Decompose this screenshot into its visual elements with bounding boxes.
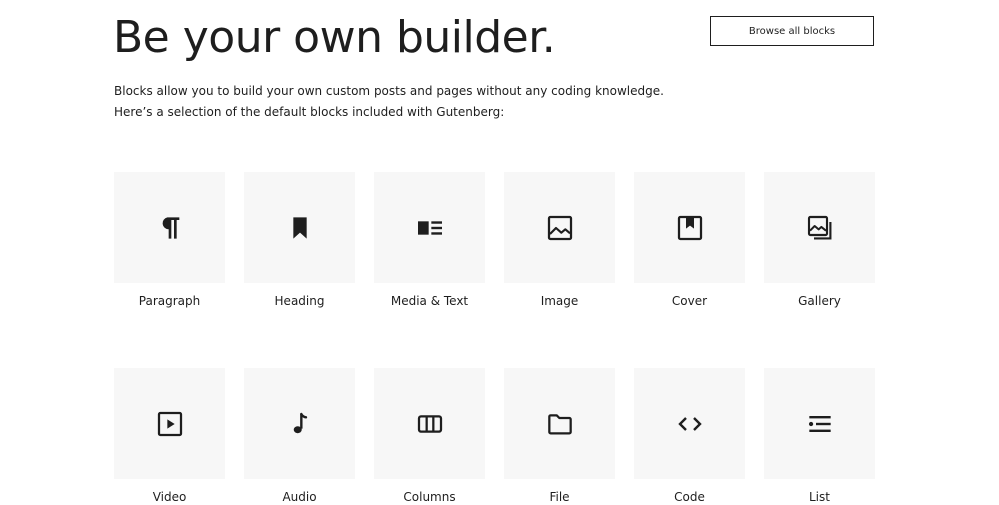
list-icon [808,415,831,432]
columns-icon [417,414,442,433]
intro-line-2: Here’s a selection of the default blocks… [114,105,505,119]
block-card-paragraph[interactable]: Paragraph [114,172,225,309]
intro-text: Blocks allow you to build your own custo… [114,81,674,123]
block-card-media-text[interactable]: Media & Text [374,172,485,309]
block-tile-video[interactable] [114,368,225,479]
block-label-cover: Cover [671,294,708,308]
block-card-audio[interactable]: Audio [244,368,355,505]
audio-icon [293,412,307,433]
block-tile-code[interactable] [634,368,745,479]
block-label-file: File [549,490,570,504]
block-tile-image[interactable] [504,172,615,283]
intro-line-1: Blocks allow you to build your own custo… [114,84,664,98]
video-icon [157,411,182,436]
block-label-video: Video [152,490,187,504]
image-icon [547,215,572,240]
block-card-gallery[interactable]: Gallery [764,172,875,309]
block-card-file[interactable]: File [504,368,615,505]
block-tile-media-text[interactable] [374,172,485,283]
block-label-heading: Heading [274,294,325,308]
block-tile-audio[interactable] [244,368,355,479]
block-label-list: List [809,490,830,504]
block-tile-paragraph[interactable] [114,172,225,283]
block-tile-cover[interactable] [634,172,745,283]
block-label-code: Code [674,490,705,504]
block-card-columns[interactable]: Columns [374,368,485,505]
block-label-image: Image [540,294,579,308]
block-card-cover[interactable]: Cover [634,172,745,309]
block-tile-file[interactable] [504,368,615,479]
cover-icon [677,215,702,240]
block-tile-columns[interactable] [374,368,485,479]
page-title: Be your own builder. [113,12,556,63]
block-tile-gallery[interactable] [764,172,875,283]
block-label-columns: Columns [403,490,456,504]
block-card-code[interactable]: Code [634,368,745,505]
gallery-icon [807,215,831,239]
block-card-image[interactable]: Image [504,172,615,309]
block-grid: Paragraph Heading Media & Text Image Cov… [114,172,876,505]
block-tile-heading[interactable] [244,172,355,283]
block-label-media-text: Media & Text [390,294,469,308]
block-label-audio: Audio [282,490,317,504]
code-icon [677,416,702,431]
paragraph-icon [162,216,179,239]
block-label-paragraph: Paragraph [138,294,201,308]
browse-all-blocks-button[interactable]: Browse all blocks [710,16,874,46]
bookmark-icon [292,216,307,239]
block-card-list[interactable]: List [764,368,875,505]
block-card-video[interactable]: Video [114,368,225,505]
block-tile-list[interactable] [764,368,875,479]
folder-icon [547,413,572,434]
block-card-heading[interactable]: Heading [244,172,355,309]
media-text-icon [417,220,442,235]
block-label-gallery: Gallery [798,294,841,308]
